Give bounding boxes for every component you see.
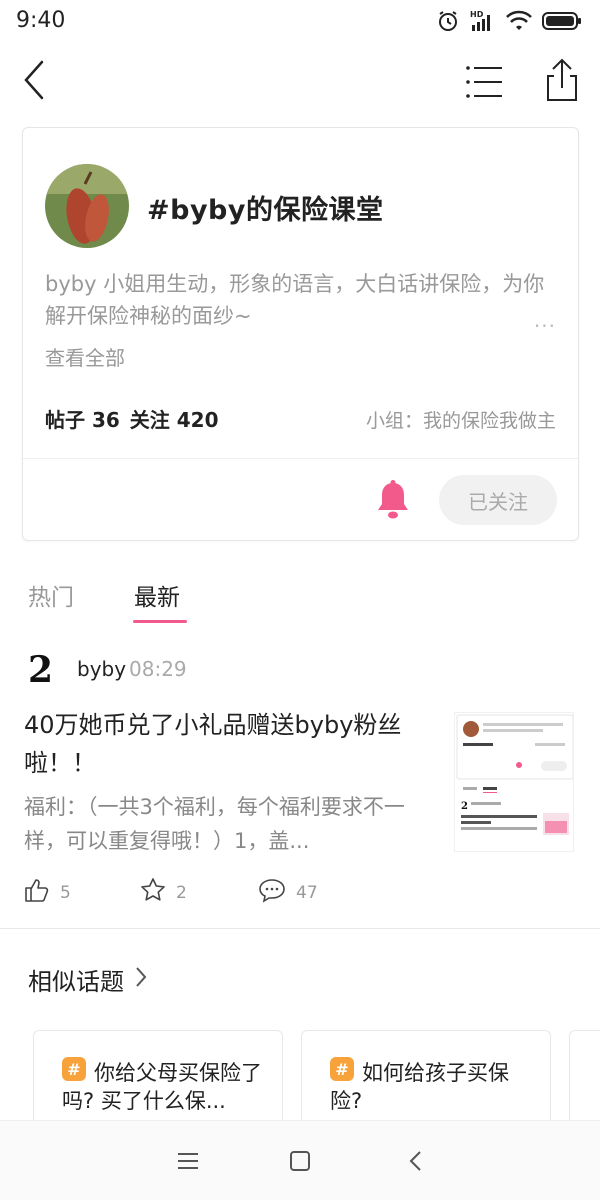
home-icon bbox=[286, 1151, 314, 1179]
like-count: 5 bbox=[60, 882, 71, 903]
alarm-icon bbox=[436, 9, 460, 33]
notification-bell-button[interactable] bbox=[375, 480, 411, 520]
favorite-count: 2 bbox=[176, 882, 187, 903]
author-avatar[interactable]: 2 bbox=[26, 648, 58, 691]
followed-button[interactable]: 已关注 bbox=[439, 475, 557, 525]
similar-topics-title: 相似话题 bbox=[28, 968, 124, 996]
view-all-link[interactable]: 查看全部 bbox=[45, 342, 125, 371]
comment-icon bbox=[258, 877, 286, 908]
share-icon bbox=[540, 58, 584, 108]
wifi-icon bbox=[506, 10, 532, 32]
svg-text:2: 2 bbox=[28, 649, 53, 688]
topic-description: byby 小姐用生动，形象的语言，大白话讲保险，为你解开保险神秘的面纱~ bbox=[45, 272, 545, 328]
tab-latest[interactable]: 最新 bbox=[134, 578, 180, 612]
hd-signal-icon: HD bbox=[470, 9, 496, 33]
follows-count: 关注 420 bbox=[129, 408, 219, 432]
chevron-right-icon bbox=[134, 965, 148, 995]
svg-text:HD: HD bbox=[470, 10, 484, 19]
post-time: 08:29 bbox=[129, 657, 187, 681]
active-tab-indicator bbox=[133, 620, 187, 623]
status-bar: 9:40 HD bbox=[0, 0, 600, 40]
post-author[interactable]: byby bbox=[77, 657, 126, 681]
topic-avatar bbox=[45, 164, 129, 248]
more-dots-icon[interactable]: ··· bbox=[534, 314, 556, 338]
tab-hot[interactable]: 热门 bbox=[28, 578, 74, 612]
battery-icon bbox=[542, 10, 582, 32]
back-arrow-icon bbox=[16, 60, 56, 108]
favorite-button[interactable]: 2 bbox=[140, 877, 187, 908]
post-thumbnail[interactable]: 2 bbox=[454, 712, 574, 852]
back-nav-button[interactable] bbox=[402, 1147, 430, 1175]
menu-icon bbox=[174, 1153, 202, 1179]
topic-stats: 帖子 36 关注 420 bbox=[45, 404, 219, 433]
card-divider bbox=[23, 458, 578, 459]
like-button[interactable]: 5 bbox=[24, 877, 71, 908]
similar-topics-heading[interactable]: 相似话题 bbox=[28, 962, 148, 997]
back-button[interactable] bbox=[16, 56, 56, 104]
system-nav-bar bbox=[0, 1120, 600, 1200]
post-title[interactable]: 40万她币兑了小礼品赠送byby粉丝啦！！ bbox=[24, 706, 432, 782]
topic-card: #byby的保险课堂 byby 小姐用生动，形象的语言，大白话讲保险，为你解开保… bbox=[22, 127, 579, 541]
star-icon bbox=[140, 877, 166, 908]
share-button[interactable] bbox=[540, 56, 584, 104]
status-time: 9:40 bbox=[16, 8, 66, 33]
menu-button[interactable] bbox=[462, 60, 506, 104]
similar-topic-title: 你给父母买保险了吗? 买了什么保... bbox=[62, 1061, 262, 1113]
menu-nav-button[interactable] bbox=[174, 1147, 202, 1175]
post-actions: 5 2 47 bbox=[24, 877, 424, 907]
status-icons: HD bbox=[436, 8, 582, 34]
list-menu-icon bbox=[462, 66, 506, 108]
comment-button[interactable]: 47 bbox=[258, 877, 318, 908]
post-divider bbox=[0, 928, 600, 929]
posts-count: 帖子 36 bbox=[45, 408, 120, 432]
post-excerpt[interactable]: 福利：（一共3个福利，每个福利要求不一样，可以重复得哦！）1，盖... bbox=[24, 790, 412, 858]
svg-text:2: 2 bbox=[461, 801, 468, 812]
topic-title: #byby的保险课堂 bbox=[147, 195, 384, 226]
home-nav-button[interactable] bbox=[286, 1147, 314, 1175]
back-icon bbox=[402, 1151, 430, 1179]
comment-count: 47 bbox=[296, 882, 318, 903]
thumbs-up-icon bbox=[24, 877, 50, 908]
bell-icon bbox=[375, 480, 411, 524]
similar-topic-title: 如何给孩子买保险? bbox=[330, 1061, 509, 1113]
topic-group[interactable]: 小组：我的保险我做主 bbox=[366, 406, 556, 433]
